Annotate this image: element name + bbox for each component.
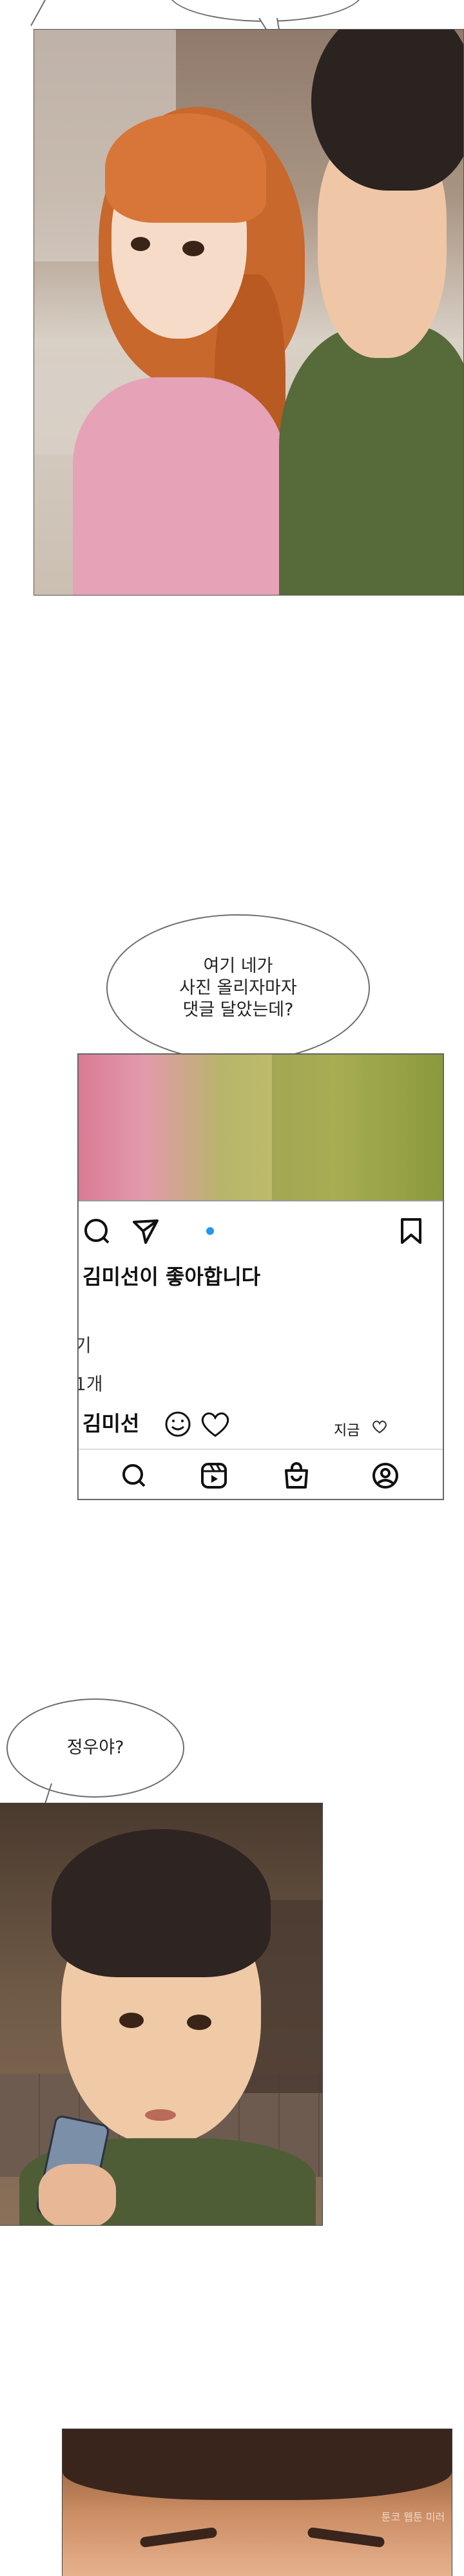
post-photo-shadow <box>272 1055 443 1200</box>
man-brow-left <box>139 2526 218 2548</box>
top-left-bubble-tail <box>30 0 46 26</box>
comic-panel-man-with-phone <box>0 1803 323 2226</box>
likes-line: 김미선이 좋아합니다 <box>82 1264 261 1289</box>
nav-search-icon[interactable] <box>120 1462 148 1490</box>
man-mouth <box>145 2109 176 2121</box>
smile-icon[interactable] <box>164 1410 192 1438</box>
profile-icon[interactable] <box>371 1462 400 1490</box>
comic-panel-woman-and-man <box>34 29 464 596</box>
post-photo-divider <box>79 1200 443 1201</box>
man-brow-right <box>307 2526 385 2548</box>
woman-bangs <box>105 113 266 223</box>
woman-left-eye <box>131 237 150 251</box>
comment-timestamp: 지금 <box>334 1423 360 1439</box>
bottom-nav-divider <box>79 1449 443 1450</box>
man-green-shirt <box>279 326 463 595</box>
man-left-eye <box>119 2013 144 2028</box>
speech-bubble-comment: 여기 네가 사진 올리자마자 댓글 달았는데? <box>106 914 370 1062</box>
caption-fragment-1: 기 <box>79 1331 92 1357</box>
reels-icon[interactable] <box>200 1462 228 1490</box>
shop-icon[interactable] <box>282 1462 311 1490</box>
bookmark-icon[interactable] <box>397 1217 425 1245</box>
caption-fragment-2: 1개 <box>77 1373 103 1395</box>
social-post-screenshot: 김미선이 좋아합니다 기 1개 김미선 지금 <box>77 1053 444 1500</box>
woman-pink-top <box>73 377 285 595</box>
speech-bubble-name-call-text: 정우야? <box>66 1738 124 1758</box>
woman-right-eye <box>182 241 204 256</box>
man-hair <box>52 1829 271 1977</box>
hand <box>39 2164 116 2225</box>
comic-panel-man-closeup <box>62 2429 452 2576</box>
send-icon[interactable] <box>131 1217 160 1245</box>
heart-icon[interactable] <box>200 1410 231 1438</box>
watermark: 툰코 웹툰 미러 <box>381 2511 445 2523</box>
man-right-eye <box>187 2015 211 2030</box>
carousel-dot-icon <box>206 1227 214 1235</box>
speech-bubble-name-call: 정우야? <box>6 1698 184 1798</box>
small-heart-icon[interactable] <box>371 1419 388 1434</box>
man-hair-closeup <box>63 2429 452 2500</box>
search-icon[interactable] <box>82 1217 111 1245</box>
comment-author[interactable]: 김미선 <box>82 1407 139 1437</box>
speech-bubble-comment-text: 여기 네가 사진 올리자마자 댓글 달았는데? <box>179 955 297 1020</box>
